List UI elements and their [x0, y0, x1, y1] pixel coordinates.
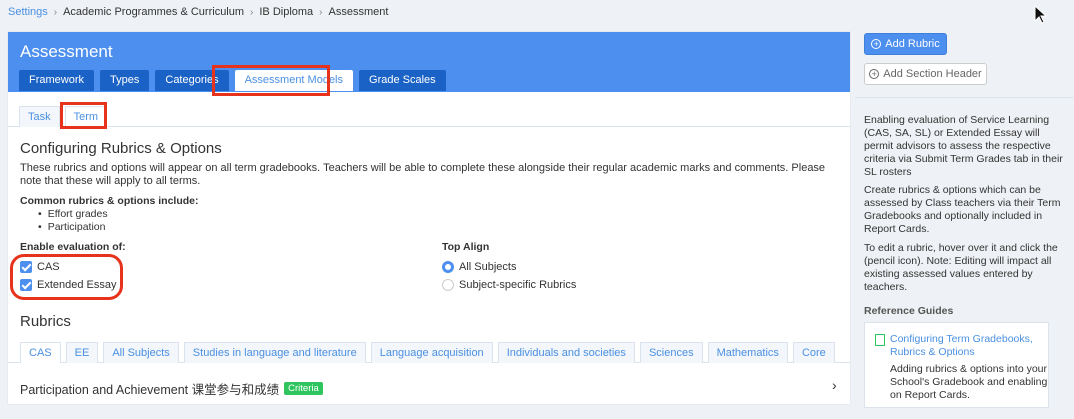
rubric-tab-ee[interactable]: EE — [65, 342, 99, 363]
add-section-header-label: Add Section Header — [883, 68, 982, 80]
add-rubric-label: Add Rubric — [885, 38, 940, 50]
reference-guide-card: Configuring Term Gradebooks, Rubrics & O… — [864, 322, 1049, 408]
breadcrumb-ib-diploma[interactable]: IB Diploma — [259, 6, 313, 18]
radio-subject-specific-row[interactable]: Subject-specific Rubrics — [442, 279, 576, 291]
breadcrumb-separator: › — [319, 6, 323, 18]
page-title: Assessment — [20, 42, 113, 61]
radio-all-subjects[interactable] — [442, 261, 454, 273]
tab-grade-scales[interactable]: Grade Scales — [359, 70, 446, 91]
config-description: These rubrics and options will appear on… — [20, 162, 826, 187]
reference-guide-description: Adding rubrics & options into your Schoo… — [890, 363, 1048, 401]
sidebar-info-edit: To edit a rubric, hover over it and clic… — [864, 242, 1058, 293]
enable-evaluation-label: Enable evaluation of: — [20, 241, 126, 253]
radio-subject-specific[interactable] — [442, 279, 454, 291]
breadcrumb-assessment: Assessment — [328, 6, 389, 18]
rubric-tab-sciences[interactable]: Sciences — [639, 342, 703, 363]
breadcrumb: Settings › Academic Programmes & Curricu… — [8, 6, 388, 18]
top-align-label: Top Align — [442, 241, 490, 253]
reference-guide-link[interactable]: Configuring Term Gradebooks, Rubrics & O… — [890, 333, 1045, 359]
highlight-term — [60, 102, 107, 129]
list-item: Effort grades — [38, 208, 108, 221]
rubric-tab-cas[interactable]: CAS — [20, 342, 61, 363]
rubric-tab-core[interactable]: Core — [792, 342, 835, 363]
criteria-badge: Criteria — [284, 382, 323, 395]
list-item: Participation — [38, 221, 108, 234]
highlight-enable-options — [10, 254, 123, 300]
rubric-tab-language-acquisition[interactable]: Language acquisition — [370, 342, 493, 363]
breadcrumb-separator: › — [53, 6, 58, 18]
document-icon — [875, 334, 885, 346]
breadcrumb-settings[interactable]: Settings — [8, 6, 48, 18]
rubric-tab-bar: CAS EE All Subjects Studies in language … — [20, 342, 835, 363]
assessment-panel: Assessment Framework Types Categories As… — [8, 32, 850, 404]
highlight-assessment-models — [212, 65, 330, 96]
breadcrumb-academic-programmes[interactable]: Academic Programmes & Curriculum — [63, 6, 244, 18]
radio-all-subjects-row[interactable]: All Subjects — [442, 261, 516, 273]
rubric-tab-individuals-societies[interactable]: Individuals and societies — [497, 342, 635, 363]
sidebar-divider — [855, 97, 1074, 98]
tab-task[interactable]: Task — [19, 106, 60, 127]
breadcrumb-separator: › — [250, 6, 254, 18]
common-options-label: Common rubrics & options include: — [20, 195, 199, 207]
common-options-list: Effort grades Participation — [38, 208, 108, 234]
chevron-right-icon[interactable]: › — [832, 377, 837, 393]
add-section-header-button[interactable]: + Add Section Header — [864, 63, 987, 85]
sidebar: + Add Rubric + Add Section Header Enabli… — [855, 0, 1074, 419]
rubric-tab-all-subjects[interactable]: All Subjects — [103, 342, 179, 363]
config-title: Configuring Rubrics & Options — [20, 140, 222, 157]
rubric-tab-mathematics[interactable]: Mathematics — [707, 342, 788, 363]
add-rubric-button[interactable]: + Add Rubric — [864, 33, 947, 55]
reference-guides-title: Reference Guides — [864, 305, 954, 317]
radio-all-subjects-label: All Subjects — [459, 261, 517, 273]
plus-circle-icon: + — [871, 39, 882, 49]
panel-header: Assessment Framework Types Categories As… — [8, 32, 850, 92]
rubric-row[interactable]: Participation and Achievement 课堂参与和成绩 Cr… — [20, 379, 323, 398]
rubric-row-label: Participation and Achievement 课堂参与和成绩 — [20, 383, 280, 397]
plus-circle-icon: + — [869, 69, 880, 79]
rubrics-title: Rubrics — [20, 313, 71, 330]
sidebar-info-rubrics: Create rubrics & options which can be as… — [864, 184, 1061, 235]
sidebar-info-cas: Enabling evaluation of Service Learning … — [864, 114, 1063, 178]
tab-framework[interactable]: Framework — [19, 70, 95, 91]
tab-types[interactable]: Types — [100, 70, 150, 91]
radio-subject-specific-label: Subject-specific Rubrics — [459, 279, 577, 291]
sub-tab-divider — [8, 126, 850, 127]
rubric-tab-language-literature[interactable]: Studies in language and literature — [183, 342, 366, 363]
